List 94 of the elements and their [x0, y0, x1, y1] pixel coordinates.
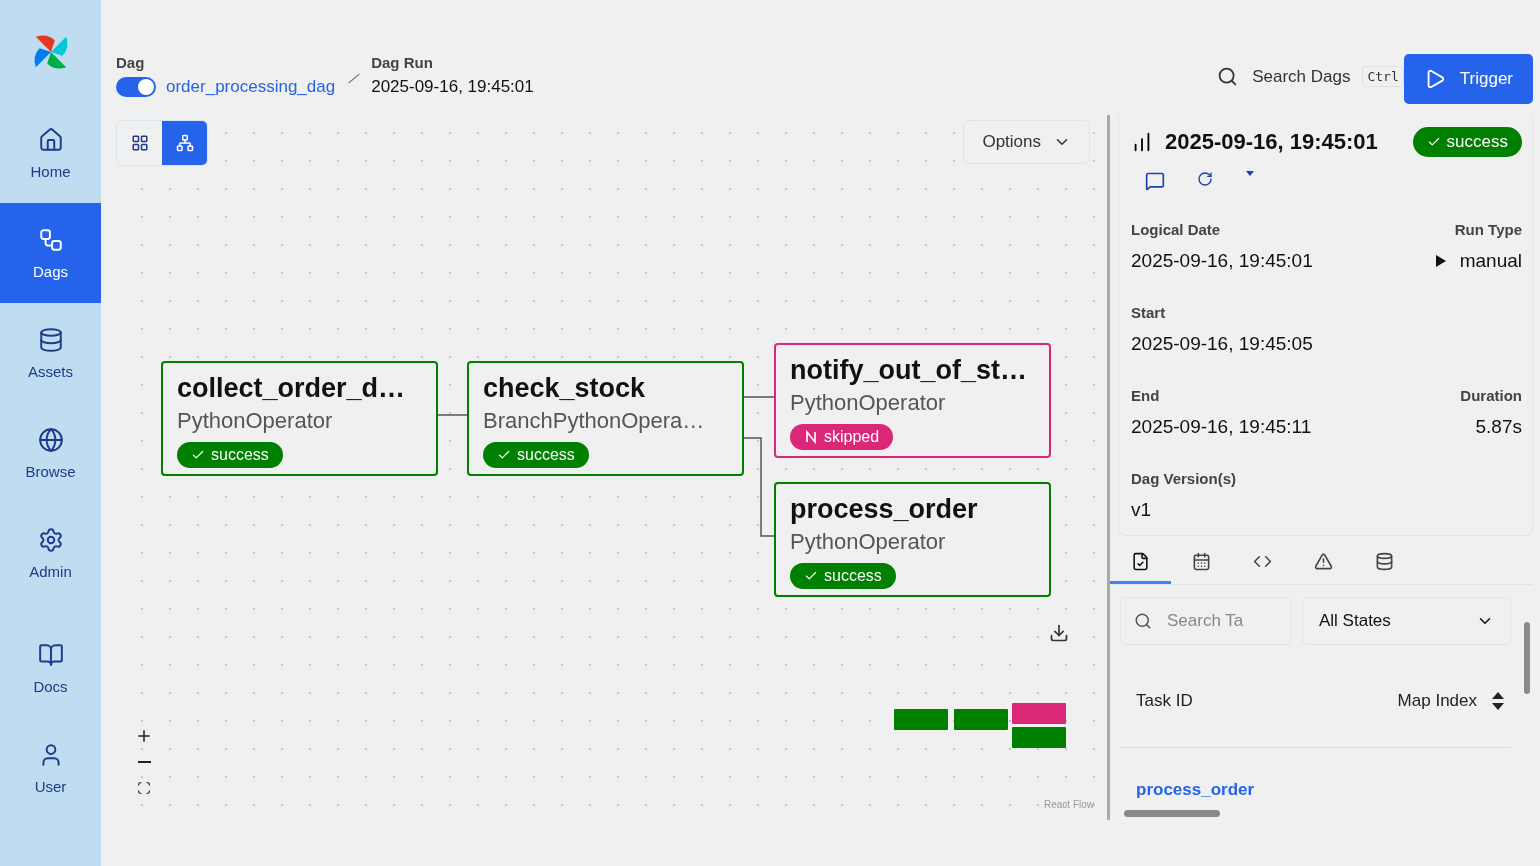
field-value: manual — [1435, 250, 1522, 272]
scrollbar[interactable] — [1124, 810, 1220, 817]
task-name: process_order — [790, 494, 978, 525]
crumb-label: Dag Run — [371, 54, 434, 71]
state-badge: success — [1412, 127, 1522, 157]
warning-icon — [1314, 552, 1333, 571]
state-select[interactable]: All States — [1302, 597, 1511, 645]
file-check-icon — [1131, 552, 1150, 571]
download-button[interactable] — [1049, 623, 1069, 643]
sidebar-item[interactable]: Browse — [0, 403, 101, 503]
operator-name: PythonOperator — [177, 408, 333, 434]
nav-icon — [37, 126, 64, 153]
nav-label: Assets — [28, 362, 73, 380]
check-icon — [497, 448, 511, 462]
play-icon — [1435, 255, 1446, 267]
minus-icon — [137, 761, 151, 763]
run-date: 2025-09-16, 19:45:01 — [371, 77, 534, 97]
sidebar-item[interactable]: User — [0, 718, 101, 818]
shortcut-key: Ctrl — [1362, 66, 1404, 87]
graph-icon — [175, 134, 194, 152]
field-label: Run Type — [1454, 221, 1522, 238]
task-name: collect_order_d… — [177, 373, 406, 404]
nav-icon — [37, 526, 64, 553]
nav-icon — [37, 326, 64, 353]
edge-line — [437, 414, 468, 416]
sidebar-item[interactable]: Dags — [0, 203, 101, 303]
field-label: End — [1131, 387, 1160, 404]
nav-icon — [37, 641, 64, 668]
task-node[interactable]: collect_order_d… PythonOperator success — [161, 361, 438, 476]
state-badge: success — [790, 563, 896, 589]
sidebar-item[interactable]: Assets — [0, 303, 101, 403]
operator-name: PythonOperator — [790, 390, 946, 416]
nav-label: User — [34, 777, 67, 795]
field-value: 2025-09-16, 19:45:01 — [1131, 250, 1313, 272]
field-value: 2025-09-16, 19:45:11 — [1131, 416, 1312, 438]
edge-line — [743, 396, 775, 398]
operator-name: BranchPythonOpera… — [483, 408, 705, 434]
caret-icon — [1245, 171, 1255, 177]
search-icon — [1134, 612, 1152, 630]
search-dags-button[interactable]: Search Dags Ctrl — [1217, 66, 1404, 87]
view-toggle[interactable] — [162, 121, 207, 165]
state-badge: success — [177, 442, 283, 468]
refresh-icon — [1197, 171, 1213, 187]
nav-label: Docs — [33, 677, 68, 695]
scrollbar[interactable] — [1524, 622, 1530, 694]
state-badge: skipped — [790, 424, 894, 450]
field-value: 5.87s — [1475, 416, 1522, 438]
sidebar-item[interactable]: Home — [0, 103, 101, 203]
sidebar-item[interactable]: Admin — [0, 503, 101, 603]
attribution-text: React Flow — [1044, 799, 1094, 810]
task-link[interactable]: process_order — [1136, 780, 1255, 800]
search-field[interactable]: Search Ta — [1120, 597, 1292, 645]
options-button[interactable]: Options — [963, 120, 1090, 164]
field-label: Logical Date — [1131, 221, 1221, 238]
task-node[interactable]: notify_out_of_st… PythonOperator skipped — [774, 343, 1051, 458]
field-label: Duration — [1460, 387, 1522, 404]
grid-icon — [130, 134, 149, 152]
column-header[interactable]: Map Index — [1397, 691, 1505, 711]
dag-toggle[interactable] — [116, 77, 156, 97]
task-name: check_stock — [483, 373, 646, 404]
state-badge: success — [483, 442, 589, 468]
database-icon — [1375, 552, 1394, 571]
skip-icon — [804, 430, 818, 444]
column-header[interactable]: Task ID — [1136, 691, 1193, 711]
task-node[interactable]: check_stock BranchPythonOpera… success — [467, 361, 744, 476]
crumb-label: Dag — [116, 54, 146, 71]
fit-view-icon — [137, 781, 151, 795]
sort-icon — [1491, 691, 1505, 711]
field-value: v1 — [1131, 499, 1152, 521]
calendar-icon — [1192, 552, 1211, 571]
trigger-button[interactable]: Trigger — [1403, 54, 1533, 104]
field-label: Dag Version(s) — [1131, 470, 1237, 487]
plus-icon — [135, 727, 153, 745]
sidebar-item[interactable]: Docs — [0, 618, 101, 718]
nav-icon — [37, 226, 64, 253]
search-icon — [1217, 66, 1239, 87]
field-label: Start — [1131, 304, 1166, 321]
download-icon — [1049, 623, 1069, 643]
nav-label: Browse — [25, 462, 76, 480]
check-icon — [804, 569, 818, 583]
operator-name: PythonOperator — [790, 529, 946, 555]
dag-link[interactable]: order_processing_dag — [166, 77, 336, 97]
nav-label: Dags — [33, 262, 68, 280]
check-icon — [1426, 135, 1441, 149]
run-title: 2025-09-16, 19:45:01 — [1165, 129, 1378, 155]
comment-icon — [1145, 171, 1165, 191]
field-value: 2025-09-16, 19:45:05 — [1131, 333, 1313, 355]
nav-label: Admin — [29, 562, 72, 580]
comment-button[interactable] — [1145, 171, 1165, 191]
task-node[interactable]: process_order PythonOperator success — [774, 482, 1051, 597]
task-name: notify_out_of_st… — [790, 355, 1027, 386]
nav-icon — [37, 426, 64, 453]
nav-label: Home — [30, 162, 71, 180]
check-icon — [191, 448, 205, 462]
